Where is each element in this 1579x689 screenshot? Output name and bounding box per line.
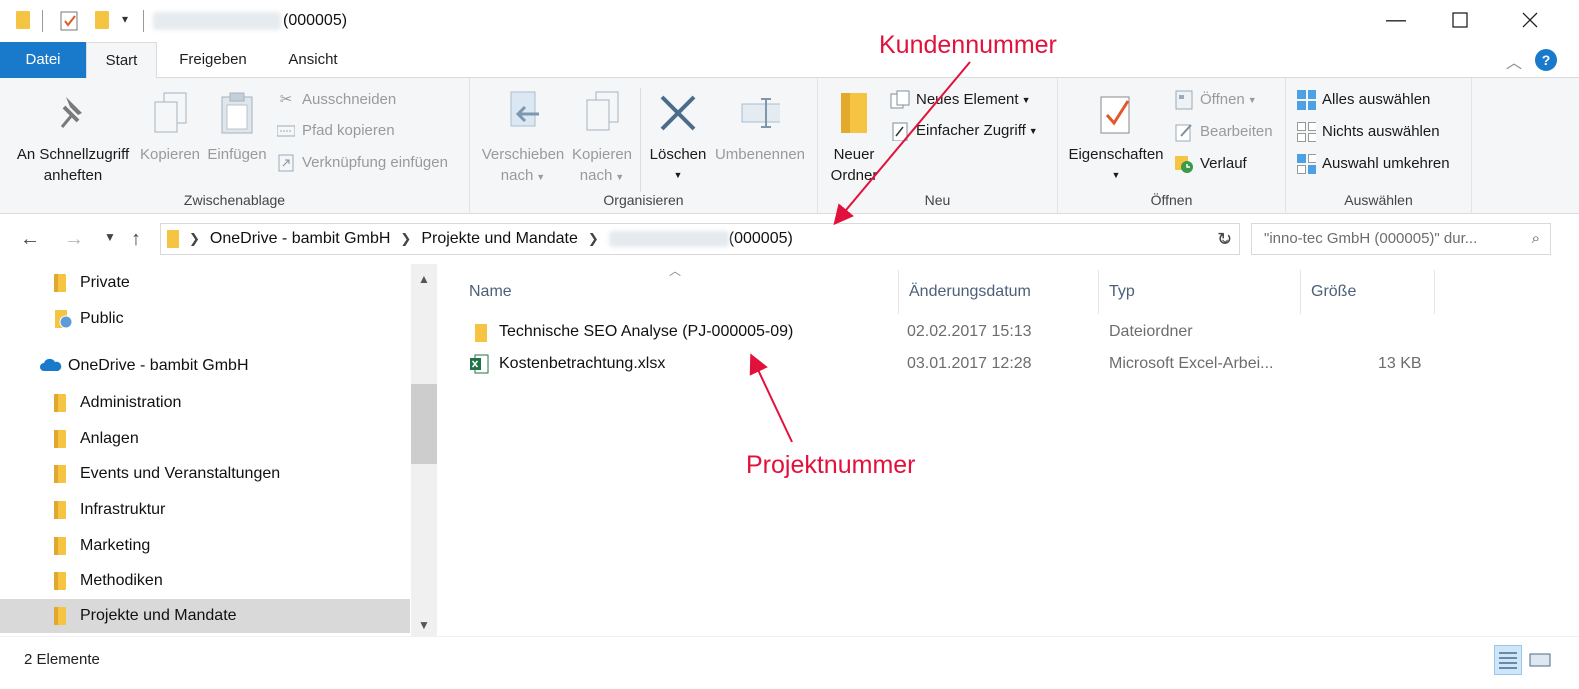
large-icons-view-button[interactable] — [1526, 645, 1554, 675]
details-view-button[interactable] — [1494, 645, 1522, 675]
details-view-icon — [1499, 652, 1517, 669]
annotation-arrows — [749, 61, 971, 443]
item-count: 2 Elemente — [24, 651, 100, 668]
annotation-project-number: Projektnummer — [746, 451, 916, 479]
status-bar: 2 Elemente — [0, 636, 1579, 689]
annotation-customer-number: Kundennummer — [879, 31, 1057, 59]
large-icons-view-icon — [1529, 653, 1551, 667]
